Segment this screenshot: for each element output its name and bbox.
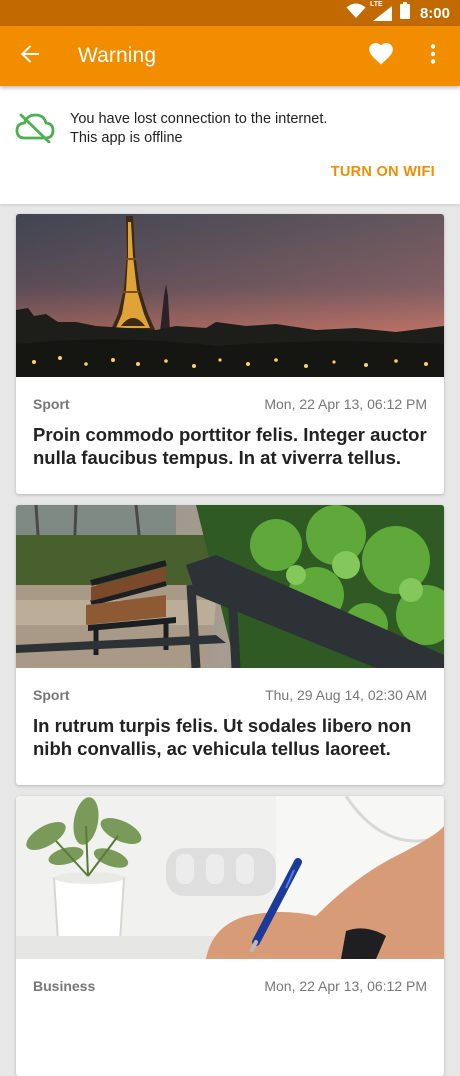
card-category: Sport <box>33 687 70 703</box>
more-options-button[interactable] <box>418 38 448 74</box>
card-date: Mon, 22 Apr 13, 06:12 PM <box>264 978 427 994</box>
news-card[interactable]: Sport Thu, 29 Aug 14, 02:30 AM In rutrum… <box>16 505 444 785</box>
battery-icon <box>399 2 410 24</box>
card-image-park-bench <box>16 505 444 668</box>
news-card[interactable]: Sport Mon, 22 Apr 13, 06:12 PM Proin com… <box>16 214 444 494</box>
status-icons: LTE 8:00 <box>346 0 450 26</box>
cloud-off-icon <box>15 111 55 144</box>
app-bar: Warning <box>0 26 460 86</box>
card-image-eiffel-tower <box>16 214 444 377</box>
more-vert-icon <box>430 43 436 69</box>
back-arrow-icon <box>20 44 40 69</box>
card-title: In rutrum turpis felis. Ut sodales liber… <box>33 715 412 759</box>
card-date: Mon, 22 Apr 13, 06:12 PM <box>264 396 427 412</box>
turn-on-wifi-button[interactable]: TURN ON WIFI <box>331 164 435 180</box>
card-category: Sport <box>33 396 70 412</box>
status-bar: LTE 8:00 <box>0 0 460 26</box>
back-button[interactable] <box>12 38 48 74</box>
offline-message-line1: You have lost connection to the internet… <box>70 111 328 127</box>
favorite-button[interactable] <box>364 39 398 73</box>
news-card[interactable]: Business Mon, 22 Apr 13, 06:12 PM <box>16 796 444 1076</box>
card-date: Thu, 29 Aug 14, 02:30 AM <box>265 687 427 703</box>
card-title: Proin commodo porttitor felis. Integer a… <box>33 424 427 468</box>
offline-banner: You have lost connection to the internet… <box>0 86 460 204</box>
network-type-label: LTE <box>369 1 383 8</box>
offline-message: You have lost connection to the internet… <box>70 110 327 148</box>
page-title: Warning <box>78 44 157 67</box>
card-image-hand-writing <box>16 796 444 959</box>
card-category: Business <box>33 978 96 994</box>
status-time: 8:00 <box>419 4 450 22</box>
offline-message-line2: This app is offline <box>70 130 183 146</box>
signal-icon: LTE <box>369 1 394 22</box>
wifi-icon <box>346 3 366 24</box>
heart-icon <box>369 42 393 70</box>
